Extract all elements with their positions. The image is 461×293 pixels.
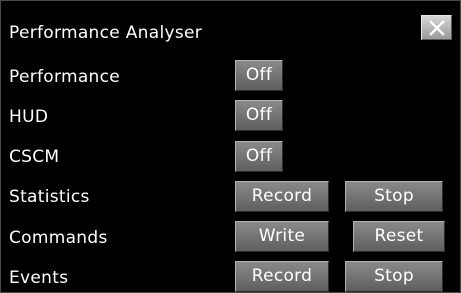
cscm-toggle-button[interactable]: Off <box>235 141 283 172</box>
events-record-button[interactable]: Record <box>235 261 329 292</box>
panel-title: Performance Analyser <box>9 23 203 43</box>
statistics-label: Statistics <box>9 187 90 207</box>
hud-toggle-button[interactable]: Off <box>235 100 283 131</box>
events-label: Events <box>9 268 69 288</box>
commands-label: Commands <box>9 228 108 248</box>
statistics-stop-button[interactable]: Stop <box>345 181 443 212</box>
commands-reset-button[interactable]: Reset <box>353 221 445 252</box>
statistics-record-button[interactable]: Record <box>235 181 329 212</box>
cscm-label: CSCM <box>9 147 60 167</box>
hud-label: HUD <box>9 107 49 127</box>
performance-label: Performance <box>9 67 121 87</box>
events-stop-button[interactable]: Stop <box>345 261 443 292</box>
performance-analyser-panel: Performance Analyser Performance Off HUD… <box>0 0 461 293</box>
performance-toggle-button[interactable]: Off <box>235 60 283 91</box>
close-button[interactable] <box>421 15 452 40</box>
commands-write-button[interactable]: Write <box>235 221 329 252</box>
close-x-icon <box>429 20 445 36</box>
